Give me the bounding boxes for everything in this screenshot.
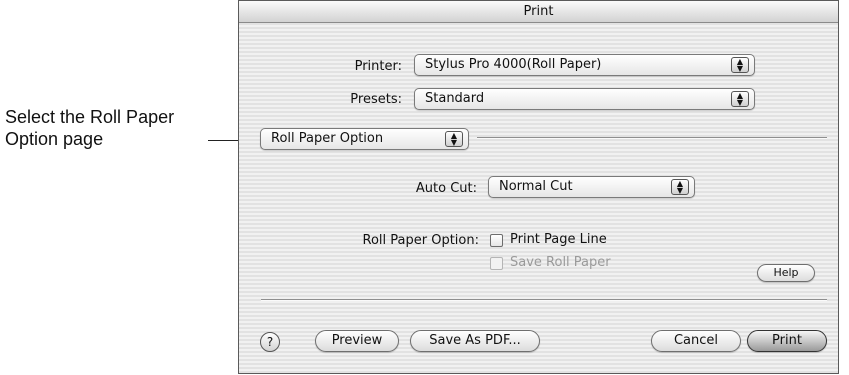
up-down-arrows-icon: ▲ ▼: [671, 179, 689, 195]
preview-button[interactable]: Preview: [315, 330, 399, 352]
pane-selector-popup[interactable]: Roll Paper Option ▲ ▼: [260, 128, 469, 150]
presets-label: Presets:: [350, 92, 402, 107]
pane-selector-value: Roll Paper Option: [271, 131, 384, 146]
window-title: Print: [523, 4, 554, 19]
print-button[interactable]: Print: [747, 330, 827, 352]
printer-value: Stylus Pro 4000(Roll Paper): [425, 57, 602, 72]
presets-value: Standard: [425, 91, 485, 106]
save-roll-paper-checkbox[interactable]: [490, 257, 503, 270]
callout-line-2: Option page: [5, 129, 104, 149]
auto-cut-popup[interactable]: Normal Cut ▲ ▼: [488, 176, 695, 198]
printer-label: Printer:: [354, 59, 402, 74]
question-mark-icon[interactable]: ?: [260, 332, 280, 352]
callout-annotation: Select the Roll Paper Option page: [5, 106, 220, 150]
up-down-arrows-icon: ▲ ▼: [731, 91, 749, 107]
printer-popup[interactable]: Stylus Pro 4000(Roll Paper) ▲ ▼: [414, 54, 755, 76]
roll-paper-option-label: Roll Paper Option:: [362, 233, 479, 248]
cancel-button[interactable]: Cancel: [651, 330, 741, 352]
save-roll-paper-label: Save Roll Paper: [510, 255, 611, 270]
save-as-pdf-button[interactable]: Save As PDF...: [410, 330, 540, 352]
bottom-separator: [261, 299, 827, 301]
up-down-arrows-icon: ▲ ▼: [445, 131, 463, 147]
print-page-line-label: Print Page Line: [510, 232, 607, 247]
auto-cut-value: Normal Cut: [499, 179, 573, 194]
pane-separator: [477, 137, 827, 139]
print-dialog: Print Printer: Stylus Pro 4000(Roll Pape…: [238, 0, 839, 374]
auto-cut-label: Auto Cut:: [415, 181, 477, 196]
presets-popup[interactable]: Standard ▲ ▼: [414, 88, 755, 110]
up-down-arrows-icon: ▲ ▼: [731, 57, 749, 73]
help-button[interactable]: Help: [757, 264, 815, 282]
print-page-line-checkbox[interactable]: [490, 234, 503, 247]
callout-line-1: Select the Roll Paper: [5, 107, 175, 127]
title-bar[interactable]: Print: [239, 1, 838, 23]
